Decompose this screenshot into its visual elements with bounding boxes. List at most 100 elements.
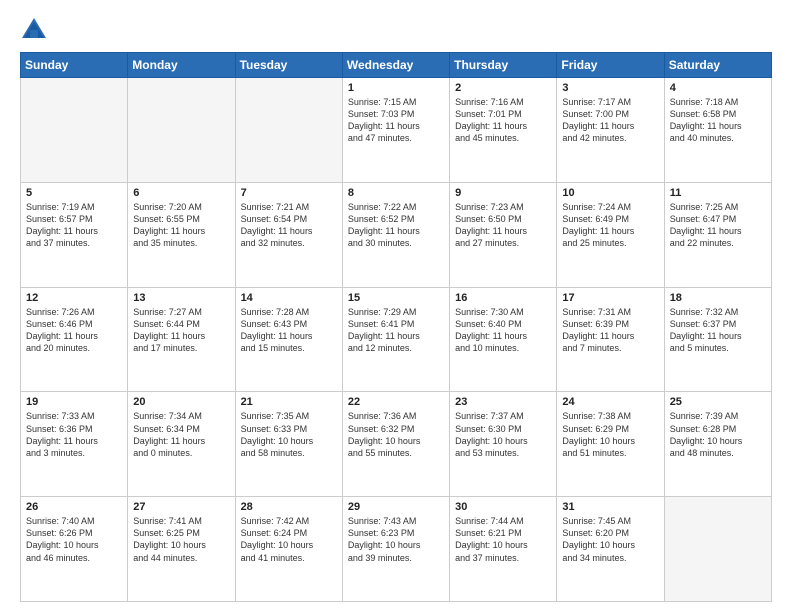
- calendar-cell: 23 Sunrise: 7:37 AM Sunset: 6:30 PM Dayli…: [450, 392, 557, 497]
- calendar-cell: 5Sunrise: 7:19 AM Sunset: 6:57 PM Daylig…: [21, 182, 128, 287]
- weekday-header-friday: Friday: [557, 53, 664, 78]
- day-info: Sunrise: 7:38 AM Sunset: 6:29 PM Dayligh…: [562, 410, 658, 459]
- calendar-cell: 28 Sunrise: 7:42 AM Sunset: 6:24 PM Dayli…: [235, 497, 342, 602]
- day-info: Sunrise: 7:29 AM Sunset: 6:41 PM Dayligh…: [348, 306, 444, 355]
- day-number: 23: [455, 396, 551, 408]
- logo: [20, 16, 52, 44]
- calendar-cell: 7 Sunrise: 7:21 AM Sunset: 6:54 PM Daylig…: [235, 182, 342, 287]
- calendar-cell: 2 Sunrise: 7:16 AM Sunset: 7:01 PM Daylig…: [450, 78, 557, 183]
- day-info: Sunrise: 7:28 AM Sunset: 6:43 PM Dayligh…: [241, 306, 337, 355]
- calendar-cell: [21, 78, 128, 183]
- day-info: Sunrise: 7:17 AM Sunset: 7:00 PM Dayligh…: [562, 96, 658, 145]
- day-number: 19: [26, 396, 122, 408]
- day-number: 11: [670, 187, 766, 199]
- calendar-table: SundayMondayTuesdayWednesdayThursdayFrid…: [20, 52, 772, 602]
- day-number: 7: [241, 187, 337, 199]
- day-number: 29: [348, 501, 444, 513]
- week-row-1: 5Sunrise: 7:19 AM Sunset: 6:57 PM Daylig…: [21, 182, 772, 287]
- week-row-2: 12 Sunrise: 7:26 AM Sunset: 6:46 PM Dayli…: [21, 287, 772, 392]
- day-number: 3: [562, 82, 658, 94]
- day-info: Sunrise: 7:44 AM Sunset: 6:21 PM Dayligh…: [455, 515, 551, 564]
- calendar-cell: 15 Sunrise: 7:29 AM Sunset: 6:41 PM Dayli…: [342, 287, 449, 392]
- day-number: 18: [670, 292, 766, 304]
- calendar-cell: 18 Sunrise: 7:32 AM Sunset: 6:37 PM Dayli…: [664, 287, 771, 392]
- day-number: 20: [133, 396, 229, 408]
- day-info: Sunrise: 7:21 AM Sunset: 6:54 PM Dayligh…: [241, 201, 337, 250]
- calendar-cell: 13 Sunrise: 7:27 AM Sunset: 6:44 PM Dayli…: [128, 287, 235, 392]
- calendar-cell: [235, 78, 342, 183]
- weekday-header-thursday: Thursday: [450, 53, 557, 78]
- day-number: 4: [670, 82, 766, 94]
- calendar-cell: 26 Sunrise: 7:40 AM Sunset: 6:26 PM Dayli…: [21, 497, 128, 602]
- logo-icon: [20, 16, 48, 44]
- day-number: 8: [348, 187, 444, 199]
- calendar-cell: 22 Sunrise: 7:36 AM Sunset: 6:32 PM Dayli…: [342, 392, 449, 497]
- day-info: Sunrise: 7:37 AM Sunset: 6:30 PM Dayligh…: [455, 410, 551, 459]
- day-info: Sunrise: 7:34 AM Sunset: 6:34 PM Dayligh…: [133, 410, 229, 459]
- day-number: 15: [348, 292, 444, 304]
- header: [20, 16, 772, 44]
- day-info: Sunrise: 7:26 AM Sunset: 6:46 PM Dayligh…: [26, 306, 122, 355]
- day-number: 31: [562, 501, 658, 513]
- day-number: 12: [26, 292, 122, 304]
- day-info: Sunrise: 7:18 AM Sunset: 6:58 PM Dayligh…: [670, 96, 766, 145]
- day-info: Sunrise: 7:27 AM Sunset: 6:44 PM Dayligh…: [133, 306, 229, 355]
- day-number: 2: [455, 82, 551, 94]
- weekday-header-sunday: Sunday: [21, 53, 128, 78]
- day-number: 25: [670, 396, 766, 408]
- day-info: Sunrise: 7:32 AM Sunset: 6:37 PM Dayligh…: [670, 306, 766, 355]
- day-info: Sunrise: 7:36 AM Sunset: 6:32 PM Dayligh…: [348, 410, 444, 459]
- calendar-cell: 4 Sunrise: 7:18 AM Sunset: 6:58 PM Daylig…: [664, 78, 771, 183]
- day-info: Sunrise: 7:40 AM Sunset: 6:26 PM Dayligh…: [26, 515, 122, 564]
- day-number: 1: [348, 82, 444, 94]
- day-info: Sunrise: 7:39 AM Sunset: 6:28 PM Dayligh…: [670, 410, 766, 459]
- day-number: 27: [133, 501, 229, 513]
- day-number: 28: [241, 501, 337, 513]
- day-info: Sunrise: 7:43 AM Sunset: 6:23 PM Dayligh…: [348, 515, 444, 564]
- calendar-cell: 11Sunrise: 7:25 AM Sunset: 6:47 PM Dayli…: [664, 182, 771, 287]
- weekday-header-row: SundayMondayTuesdayWednesdayThursdayFrid…: [21, 53, 772, 78]
- day-number: 17: [562, 292, 658, 304]
- day-info: Sunrise: 7:45 AM Sunset: 6:20 PM Dayligh…: [562, 515, 658, 564]
- day-number: 14: [241, 292, 337, 304]
- day-number: 13: [133, 292, 229, 304]
- calendar-cell: 20 Sunrise: 7:34 AM Sunset: 6:34 PM Dayli…: [128, 392, 235, 497]
- day-number: 30: [455, 501, 551, 513]
- calendar-cell: 6Sunrise: 7:20 AM Sunset: 6:55 PM Daylig…: [128, 182, 235, 287]
- calendar-cell: 25 Sunrise: 7:39 AM Sunset: 6:28 PM Dayli…: [664, 392, 771, 497]
- week-row-3: 19 Sunrise: 7:33 AM Sunset: 6:36 PM Dayli…: [21, 392, 772, 497]
- calendar-cell: 3 Sunrise: 7:17 AM Sunset: 7:00 PM Daylig…: [557, 78, 664, 183]
- calendar-cell: 1 Sunrise: 7:15 AM Sunset: 7:03 PM Daylig…: [342, 78, 449, 183]
- day-info: Sunrise: 7:30 AM Sunset: 6:40 PM Dayligh…: [455, 306, 551, 355]
- calendar-cell: [664, 497, 771, 602]
- day-number: 24: [562, 396, 658, 408]
- day-info: Sunrise: 7:41 AM Sunset: 6:25 PM Dayligh…: [133, 515, 229, 564]
- day-number: 21: [241, 396, 337, 408]
- calendar-cell: 27 Sunrise: 7:41 AM Sunset: 6:25 PM Dayli…: [128, 497, 235, 602]
- weekday-header-saturday: Saturday: [664, 53, 771, 78]
- day-info: Sunrise: 7:31 AM Sunset: 6:39 PM Dayligh…: [562, 306, 658, 355]
- calendar-cell: 9Sunrise: 7:23 AM Sunset: 6:50 PM Daylig…: [450, 182, 557, 287]
- calendar-cell: 16 Sunrise: 7:30 AM Sunset: 6:40 PM Dayli…: [450, 287, 557, 392]
- day-number: 5: [26, 187, 122, 199]
- weekday-header-tuesday: Tuesday: [235, 53, 342, 78]
- day-number: 22: [348, 396, 444, 408]
- calendar-cell: 21 Sunrise: 7:35 AM Sunset: 6:33 PM Dayli…: [235, 392, 342, 497]
- day-number: 10: [562, 187, 658, 199]
- calendar-cell: 8Sunrise: 7:22 AM Sunset: 6:52 PM Daylig…: [342, 182, 449, 287]
- calendar-cell: 12 Sunrise: 7:26 AM Sunset: 6:46 PM Dayli…: [21, 287, 128, 392]
- weekday-header-wednesday: Wednesday: [342, 53, 449, 78]
- calendar-cell: [128, 78, 235, 183]
- day-info: Sunrise: 7:42 AM Sunset: 6:24 PM Dayligh…: [241, 515, 337, 564]
- calendar-cell: 31 Sunrise: 7:45 AM Sunset: 6:20 PM Dayli…: [557, 497, 664, 602]
- day-info: Sunrise: 7:24 AM Sunset: 6:49 PM Dayligh…: [562, 201, 658, 250]
- week-row-0: 1 Sunrise: 7:15 AM Sunset: 7:03 PM Daylig…: [21, 78, 772, 183]
- day-info: Sunrise: 7:33 AM Sunset: 6:36 PM Dayligh…: [26, 410, 122, 459]
- calendar-cell: 24 Sunrise: 7:38 AM Sunset: 6:29 PM Dayli…: [557, 392, 664, 497]
- day-info: Sunrise: 7:35 AM Sunset: 6:33 PM Dayligh…: [241, 410, 337, 459]
- calendar-cell: 10 Sunrise: 7:24 AM Sunset: 6:49 PM Dayli…: [557, 182, 664, 287]
- day-info: Sunrise: 7:16 AM Sunset: 7:01 PM Dayligh…: [455, 96, 551, 145]
- day-number: 26: [26, 501, 122, 513]
- day-number: 16: [455, 292, 551, 304]
- day-info: Sunrise: 7:15 AM Sunset: 7:03 PM Dayligh…: [348, 96, 444, 145]
